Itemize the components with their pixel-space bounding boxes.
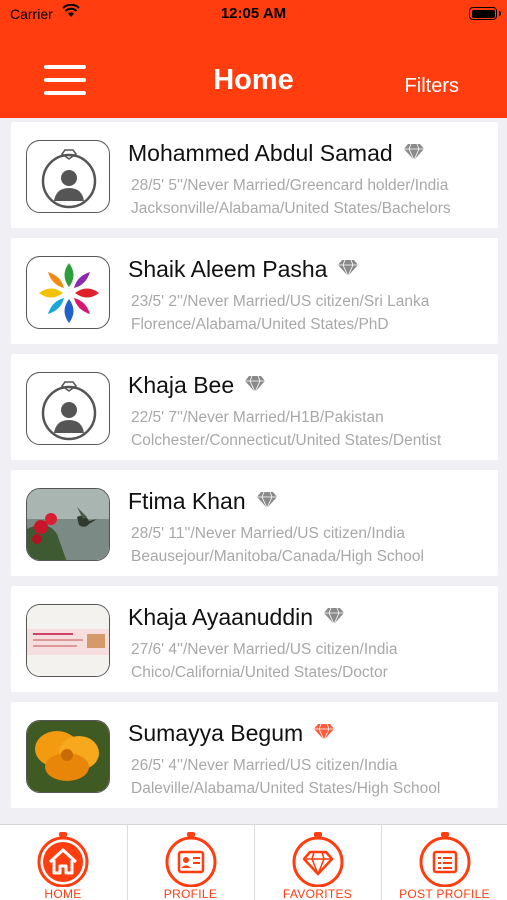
nav-bar: Home Filters [0,30,507,118]
profile-location: Beausejour/Manitoba/Canada/High School [131,548,424,565]
tab-favorites[interactable]: FAVORITES [254,825,380,900]
diamond-icon [292,832,343,887]
hummingbird-photo [26,488,110,561]
profile-card[interactable]: Mohammed Abdul Samad 28/5' 5''/Never Mar… [11,122,498,228]
profile-card[interactable]: Khaja Bee 22/5' 7''/Never Married/H1B/Pa… [11,354,498,460]
home-icon [37,832,89,887]
profile-name: Khaja Ayaanuddin [128,604,314,630]
avatar-placeholder-icon [26,372,110,445]
status-time: 12:05 AM [220,5,287,22]
profile-details: 26/5' 4''/Never Married/US citizen/India [131,757,398,774]
status-bar: Carrier 12:05 AM [0,0,507,30]
tab-post-profile[interactable]: POST PROFILE [381,825,507,900]
tab-label: PROFILE [163,887,218,900]
colorful-logo-photo [26,256,110,329]
profile-location: Colchester/Connecticut/United States/Den… [131,432,442,449]
filters-button[interactable]: Filters [405,75,459,98]
orange-flower-photo [26,720,110,793]
profile-card[interactable]: Ftima Khan 28/5' 11''/Never Married/US c… [11,470,498,576]
profile-location: Jacksonville/Alabama/United States/Bache… [131,200,451,217]
profile-card[interactable]: Shaik Aleem Pasha 23/5' 2''/Never Marrie… [11,238,498,344]
profile-location: Chico/California/United States/Doctor [131,664,388,681]
list-icon [419,832,470,887]
tab-profile[interactable]: PROFILE [127,825,253,900]
profile-card[interactable]: Khaja Ayaanuddin 27/6' 4''/Never Married… [11,586,498,692]
profile-details: 22/5' 7''/Never Married/H1B/Pakistan [131,409,384,426]
avatar-placeholder-icon [26,140,110,213]
diamond-icon [245,375,266,393]
diamond-icon [403,143,424,161]
profile-name: Khaja Bee [128,372,235,398]
tab-home[interactable]: HOME [0,825,126,900]
battery-icon [469,7,501,20]
tab-label: HOME [44,887,82,900]
profile-list[interactable]: Mohammed Abdul Samad 28/5' 5''/Never Mar… [0,118,507,824]
profile-card[interactable]: Sumayya Begum 26/5' 4''/Never Married/US… [11,702,498,808]
tab-bar: HOME PROFILE FAVORITES POST PROFILE [0,824,507,900]
diamond-icon [256,491,277,509]
profile-location: Daleville/Alabama/United States/High Sch… [131,780,441,797]
profile-name: Mohammed Abdul Samad [128,140,393,166]
document-photo [26,604,110,677]
profile-details: 23/5' 2''/Never Married/US citizen/Sri L… [131,293,430,310]
profile-name: Ftima Khan [128,488,246,514]
profile-details: 28/5' 5''/Never Married/Greencard holder… [131,177,449,194]
tab-label: POST PROFILE [399,887,490,900]
profile-name: Shaik Aleem Pasha [128,256,328,282]
diamond-icon [324,607,345,625]
profile-name: Sumayya Begum [128,720,304,746]
diamond-icon [338,259,359,277]
diamond-icon [314,723,335,741]
tab-label: FAVORITES [282,887,353,900]
profile-location: Florence/Alabama/United States/PhD [131,316,389,333]
profile-card-icon [165,832,216,887]
profile-details: 27/6' 4''/Never Married/US citizen/India [131,641,398,658]
profile-details: 28/5' 11''/Never Married/US citizen/Indi… [131,525,405,542]
